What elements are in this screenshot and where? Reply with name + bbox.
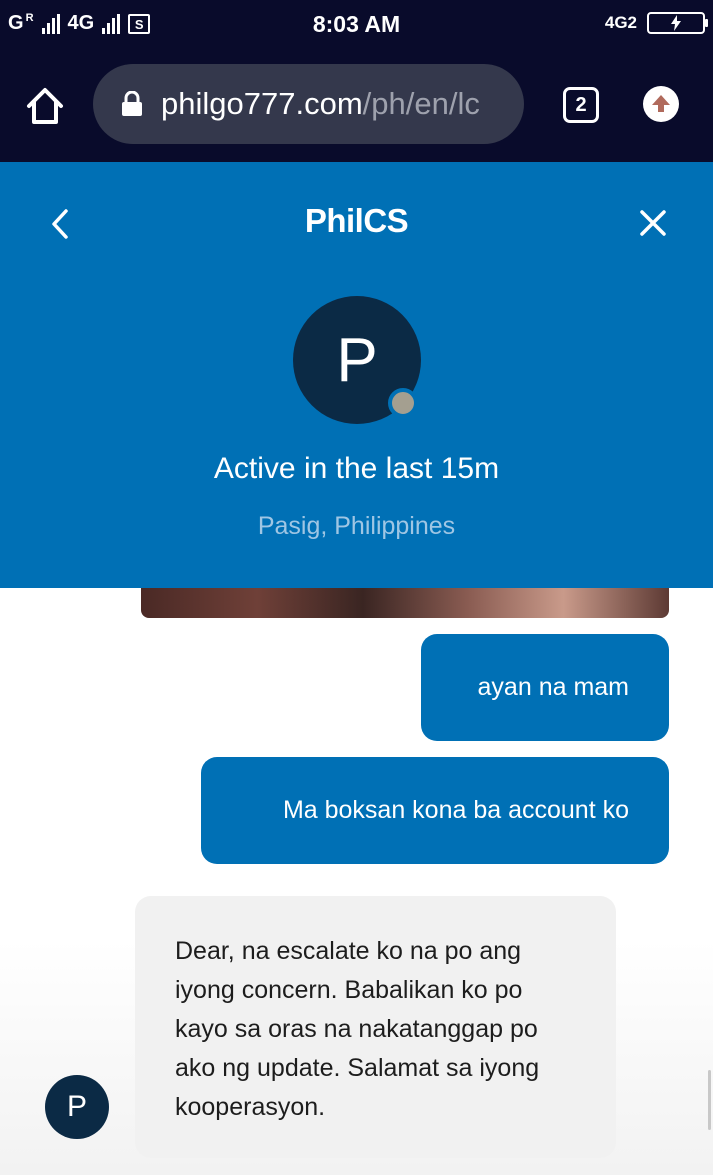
- message-text: ayan na mam: [477, 673, 629, 701]
- agent-location: Pasig, Philippines: [257, 512, 456, 540]
- browser-toolbar: philgo777.com/ph/en/lc 2: [0, 50, 713, 162]
- close-button[interactable]: [637, 207, 669, 239]
- user-message-bubble: ayan na mam: [421, 634, 669, 741]
- message-text: Dear, na escalate ko na po ang iyong con…: [175, 937, 540, 1121]
- agent-message-bubble: Dear, na escalate ko na po ang iyong con…: [135, 896, 616, 1158]
- close-icon: [640, 210, 666, 236]
- home-button[interactable]: [22, 83, 68, 129]
- chat-header: PhilCS P Active in the last 15m Pasig, P…: [0, 162, 713, 588]
- network-type-label: 4G2: [604, 13, 637, 32]
- status-right: 4G2: [604, 12, 708, 34]
- lock-icon: [121, 91, 143, 117]
- active-status-text: Active in the last 15m: [213, 452, 500, 485]
- user-message-bubble: Ma boksan kona ba account ko: [201, 757, 669, 864]
- message-text: Ma boksan kona ba account ko: [282, 796, 629, 824]
- tab-switcher-button[interactable]: 2: [563, 87, 599, 123]
- agent-avatar: P: [45, 1075, 109, 1139]
- url-bar[interactable]: philgo777.com/ph/en/lc: [93, 64, 524, 144]
- url-domain: philgo777.com: [161, 86, 363, 121]
- home-icon: [27, 88, 63, 124]
- battery-charging-icon: [647, 12, 708, 34]
- scrollbar[interactable]: [708, 1070, 711, 1130]
- presence-status-dot: [388, 388, 418, 418]
- url-path: /ph/en/lc: [362, 86, 480, 121]
- browser-update-button[interactable]: [643, 86, 679, 122]
- chat-title: PhilCS: [304, 202, 409, 239]
- arrow-up-icon: [652, 95, 670, 112]
- status-bar: G R 4G S 8:03 AM 4G2: [0, 0, 713, 50]
- url-text: philgo777.com/ph/en/lc: [161, 86, 480, 122]
